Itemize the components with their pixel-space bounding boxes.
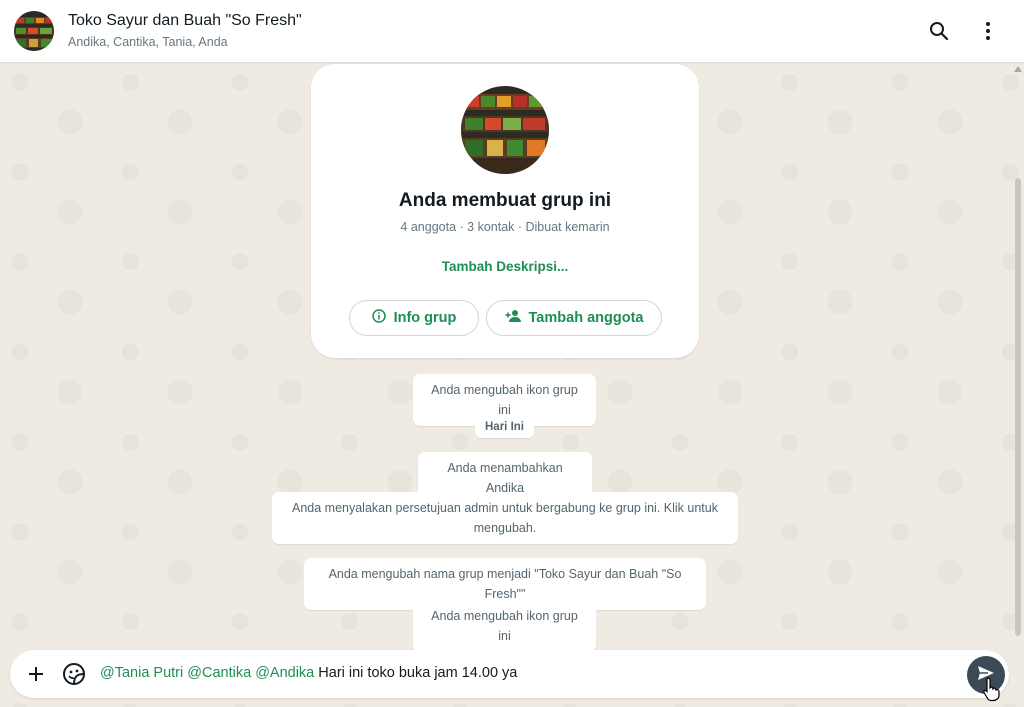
message-input[interactable]: @Tania Putri @Cantika @Andika Hari ini t… [100, 665, 517, 681]
scroll-up-arrow[interactable] [1014, 66, 1022, 72]
system-message-admin-approval[interactable]: Anda menyalakan persetujuan admin untuk … [272, 492, 738, 544]
mouse-cursor-icon [982, 676, 1002, 702]
group-created-card: Anda membuat grup ini 4 anggota · 3 kont… [311, 64, 699, 358]
message-text: Hari ini toko buka jam 14.00 ya [318, 665, 518, 681]
group-members[interactable]: Andika, Cantika, Tania, Anda [68, 35, 228, 49]
info-icon [371, 309, 386, 327]
group-info-button[interactable]: Info grup [349, 300, 479, 336]
mention-andika: @Andika [255, 665, 315, 681]
sticker-icon[interactable] [62, 662, 86, 686]
group-title[interactable]: Toko Sayur dan Buah "So Fresh" [68, 12, 302, 30]
message-composer[interactable]: @Tania Putri @Cantika @Andika Hari ini t… [10, 650, 1009, 698]
add-member-label: Tambah anggota [528, 310, 644, 326]
more-vert-icon[interactable] [976, 19, 1000, 43]
add-description-link[interactable]: Tambah Deskripsi... [311, 259, 699, 274]
mention-cantika: @Cantika [187, 665, 252, 681]
chat-header[interactable]: Toko Sayur dan Buah "So Fresh" Andika, C… [0, 0, 1024, 62]
date-divider: Hari Ini [475, 416, 534, 438]
card-meta: 4 anggota · 3 kontak · Dibuat kemarin [400, 220, 610, 234]
plus-icon[interactable] [24, 662, 48, 686]
group-photo[interactable] [461, 86, 549, 174]
add-person-icon [505, 309, 521, 327]
group-info-label: Info grup [393, 310, 457, 326]
scrollbar-thumb[interactable] [1015, 178, 1021, 636]
search-icon[interactable] [927, 19, 951, 43]
system-message: Anda mengubah ikon grup ini [413, 600, 596, 652]
group-avatar[interactable] [14, 11, 54, 51]
card-title: Anda membuat grup ini [398, 190, 612, 211]
add-member-button[interactable]: Tambah anggota [486, 300, 662, 336]
mention-tania: @Tania Putri [100, 665, 184, 681]
